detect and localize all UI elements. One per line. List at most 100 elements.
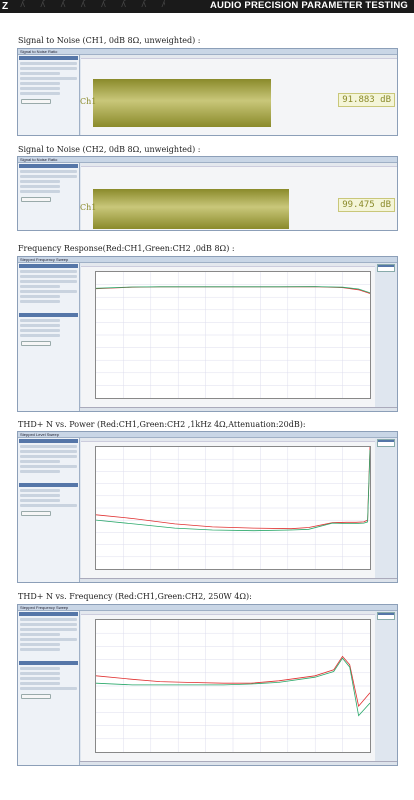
filter-checkbox[interactable]	[20, 499, 60, 502]
caption-thd-power: THD+ N vs. Power (Red:CH1,Green:CH2 ,1kH…	[18, 420, 306, 429]
meter-bar-ch2	[93, 189, 289, 229]
setting-field[interactable]	[20, 628, 77, 631]
page-title: AUDIO PRECISION PARAMETER TESTING	[209, 0, 408, 11]
advanced-settings-button[interactable]	[21, 197, 51, 202]
graph-area	[81, 263, 375, 411]
graph-title-bar	[81, 263, 375, 267]
legend-panel[interactable]	[377, 264, 395, 272]
legend-panel[interactable]	[377, 612, 395, 620]
setting-field[interactable]	[20, 62, 77, 65]
settings-panel	[18, 55, 80, 135]
meter-area: Ch1 99.475 dB	[80, 163, 397, 230]
setting-field[interactable]	[20, 450, 77, 453]
advanced-settings-button[interactable]	[21, 694, 51, 699]
setting-field[interactable]	[20, 72, 60, 75]
header-banner: Z ʎ ʎ ʎ ʎ ʎ ʎ ʎ ʎ AUDIO PRECISION PARAME…	[0, 0, 414, 13]
setting-field[interactable]	[20, 455, 77, 458]
meter-value: 91.883 dB	[338, 93, 395, 107]
panel-header	[19, 439, 78, 443]
filter-checkbox[interactable]	[20, 92, 60, 95]
filter-checkbox[interactable]	[20, 489, 60, 492]
window-title: Stepped Level Sweep	[20, 432, 59, 437]
setting-field[interactable]	[20, 275, 77, 278]
setting-field[interactable]	[20, 67, 77, 70]
filter-checkbox[interactable]	[20, 677, 60, 680]
panel-header	[19, 612, 78, 616]
plot-area	[95, 271, 371, 399]
channel-label: Ch1	[80, 203, 97, 212]
settings-panel	[18, 163, 80, 230]
ap-window-snr-ch2: Signal to Noise Ratio Ch1 99.475 dB	[17, 156, 398, 231]
filter-checkbox[interactable]	[20, 667, 60, 670]
setting-field[interactable]	[20, 470, 60, 473]
caption-thd-freq: THD+ N vs. Frequency (Red:CH1,Green:CH2,…	[18, 592, 252, 601]
setting-field[interactable]	[20, 633, 60, 636]
plot-area	[95, 619, 371, 753]
chart-svg	[96, 620, 370, 752]
filter-checkbox[interactable]	[20, 324, 60, 327]
setting-field[interactable]	[20, 77, 77, 80]
advanced-settings-button[interactable]	[21, 99, 51, 104]
setting-field[interactable]	[20, 290, 77, 293]
settings-panel	[18, 611, 80, 765]
advanced-settings-button[interactable]	[21, 341, 51, 346]
caption-freq-response: Frequency Response(Red:CH1,Green:CH2 ,0d…	[18, 244, 235, 253]
graph-title-bar	[81, 438, 375, 442]
setting-field[interactable]	[20, 285, 60, 288]
setting-field[interactable]	[20, 465, 77, 468]
panel-subheader	[19, 661, 78, 665]
setting-field[interactable]	[20, 638, 77, 641]
setting-field[interactable]	[20, 300, 60, 303]
window-title: Stepped Frequency Sweep	[20, 605, 69, 610]
settings-panel	[18, 438, 80, 582]
meter-bar-ch1	[93, 79, 271, 127]
filter-checkbox[interactable]	[20, 682, 60, 685]
filter-checkbox[interactable]	[20, 190, 60, 193]
meter-area: Ch1 91.883 dB	[80, 55, 397, 135]
filter-select[interactable]	[20, 504, 77, 507]
setting-field[interactable]	[20, 280, 77, 283]
setting-field[interactable]	[20, 295, 60, 298]
filter-checkbox[interactable]	[20, 329, 60, 332]
brand-logo: Z	[2, 1, 9, 12]
filter-checkbox[interactable]	[20, 672, 60, 675]
legend-panel[interactable]	[377, 439, 395, 447]
status-bar	[80, 761, 397, 765]
caption-snr-ch2: Signal to Noise (CH2, 0dB 8Ω, unweighted…	[18, 145, 201, 154]
window-title: Stepped Frequency Sweep	[20, 257, 69, 262]
filter-checkbox[interactable]	[20, 87, 60, 90]
setting-field[interactable]	[20, 648, 60, 651]
ap-window-thd-freq: Stepped Frequency Sweep	[17, 604, 398, 766]
caption-snr-ch1: Signal to Noise (CH1, 0dB 8Ω, unweighted…	[18, 36, 201, 45]
ap-window-freq-response: Stepped Frequency Sweep	[17, 256, 398, 412]
advanced-settings-button[interactable]	[21, 511, 51, 516]
ap-window-thd-power: Stepped Level Sweep	[17, 431, 398, 583]
filter-checkbox[interactable]	[20, 334, 60, 337]
panel-header	[19, 56, 78, 60]
setting-field[interactable]	[20, 180, 60, 183]
chart-svg	[96, 447, 370, 569]
filter-select[interactable]	[20, 687, 77, 690]
graph-area	[81, 611, 375, 765]
legend-header	[378, 265, 394, 267]
filter-checkbox[interactable]	[20, 494, 60, 497]
graph-title-bar	[81, 611, 375, 615]
panel-subheader	[19, 313, 78, 317]
legend-header	[378, 613, 394, 615]
filter-checkbox[interactable]	[20, 82, 60, 85]
plot-area	[95, 446, 371, 570]
graph-area	[81, 438, 375, 582]
setting-field[interactable]	[20, 643, 60, 646]
setting-field[interactable]	[20, 170, 77, 173]
setting-field[interactable]	[20, 270, 77, 273]
setting-field[interactable]	[20, 445, 77, 448]
legend-header	[378, 440, 394, 442]
filter-checkbox[interactable]	[20, 185, 60, 188]
setting-field[interactable]	[20, 175, 77, 178]
setting-field[interactable]	[20, 460, 60, 463]
setting-field[interactable]	[20, 618, 77, 621]
filter-checkbox[interactable]	[20, 319, 60, 322]
chart-svg	[96, 272, 370, 398]
status-bar	[80, 407, 397, 411]
setting-field[interactable]	[20, 623, 77, 626]
